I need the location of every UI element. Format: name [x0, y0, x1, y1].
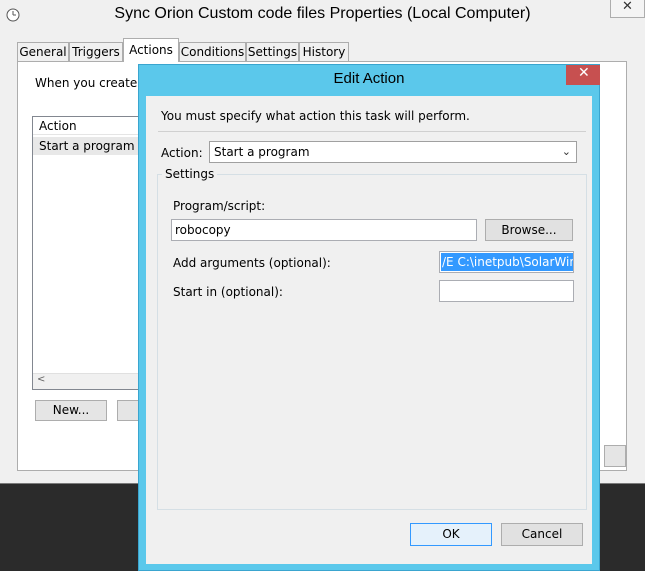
program-script-input[interactable]: robocopy [171, 219, 477, 241]
action-label: Action: [161, 146, 203, 160]
tab-actions[interactable]: Actions [123, 38, 179, 62]
actions-list[interactable]: Action Start a program < [32, 116, 144, 390]
cancel-button[interactable]: Cancel [501, 523, 583, 546]
chevron-left-icon[interactable]: < [37, 374, 45, 385]
outer-dialog-button[interactable] [604, 445, 626, 467]
tab-conditions[interactable]: Conditions [179, 42, 246, 61]
dialog-prompt: You must specify what action this task w… [161, 109, 470, 123]
close-button[interactable]: ✕ [610, 0, 645, 18]
dialog-close-button[interactable]: ✕ [566, 65, 600, 85]
action-dropdown[interactable]: Start a program ⌄ [209, 141, 577, 163]
arguments-label: Add arguments (optional): [173, 256, 331, 270]
horizontal-scrollbar[interactable]: < [33, 373, 143, 389]
new-action-button[interactable]: New... [35, 400, 107, 421]
title-bar[interactable]: Sync Orion Custom code files Properties … [0, 0, 645, 30]
tab-history[interactable]: History [299, 42, 349, 61]
window-title: Sync Orion Custom code files Properties … [114, 5, 531, 22]
close-icon: ✕ [622, 0, 633, 14]
ok-button[interactable]: OK [410, 523, 492, 546]
tab-general[interactable]: General [17, 42, 69, 61]
arguments-input[interactable]: /E C:\inetpub\SolarWind [439, 251, 574, 273]
start-in-label: Start in (optional): [173, 285, 283, 299]
dialog-body: You must specify what action this task w… [146, 96, 592, 564]
tab-triggers[interactable]: Triggers [69, 42, 123, 61]
start-in-input[interactable] [439, 280, 574, 302]
column-header-action[interactable]: Action [33, 117, 143, 135]
list-item[interactable]: Start a program [33, 137, 143, 155]
settings-legend: Settings [162, 167, 218, 181]
close-icon: ✕ [578, 65, 590, 81]
divider [158, 131, 586, 132]
edit-action-dialog: Edit Action ✕ You must specify what acti… [138, 64, 600, 571]
dialog-title: Edit Action [333, 70, 405, 87]
chevron-down-icon[interactable]: ⌄ [562, 142, 571, 162]
arguments-selected-text: /E C:\inetpub\SolarWind [441, 253, 573, 271]
action-dropdown-value: Start a program [214, 145, 310, 159]
browse-button[interactable]: Browse... [485, 219, 573, 241]
tab-settings[interactable]: Settings [246, 42, 299, 61]
program-script-label: Program/script: [173, 199, 266, 213]
